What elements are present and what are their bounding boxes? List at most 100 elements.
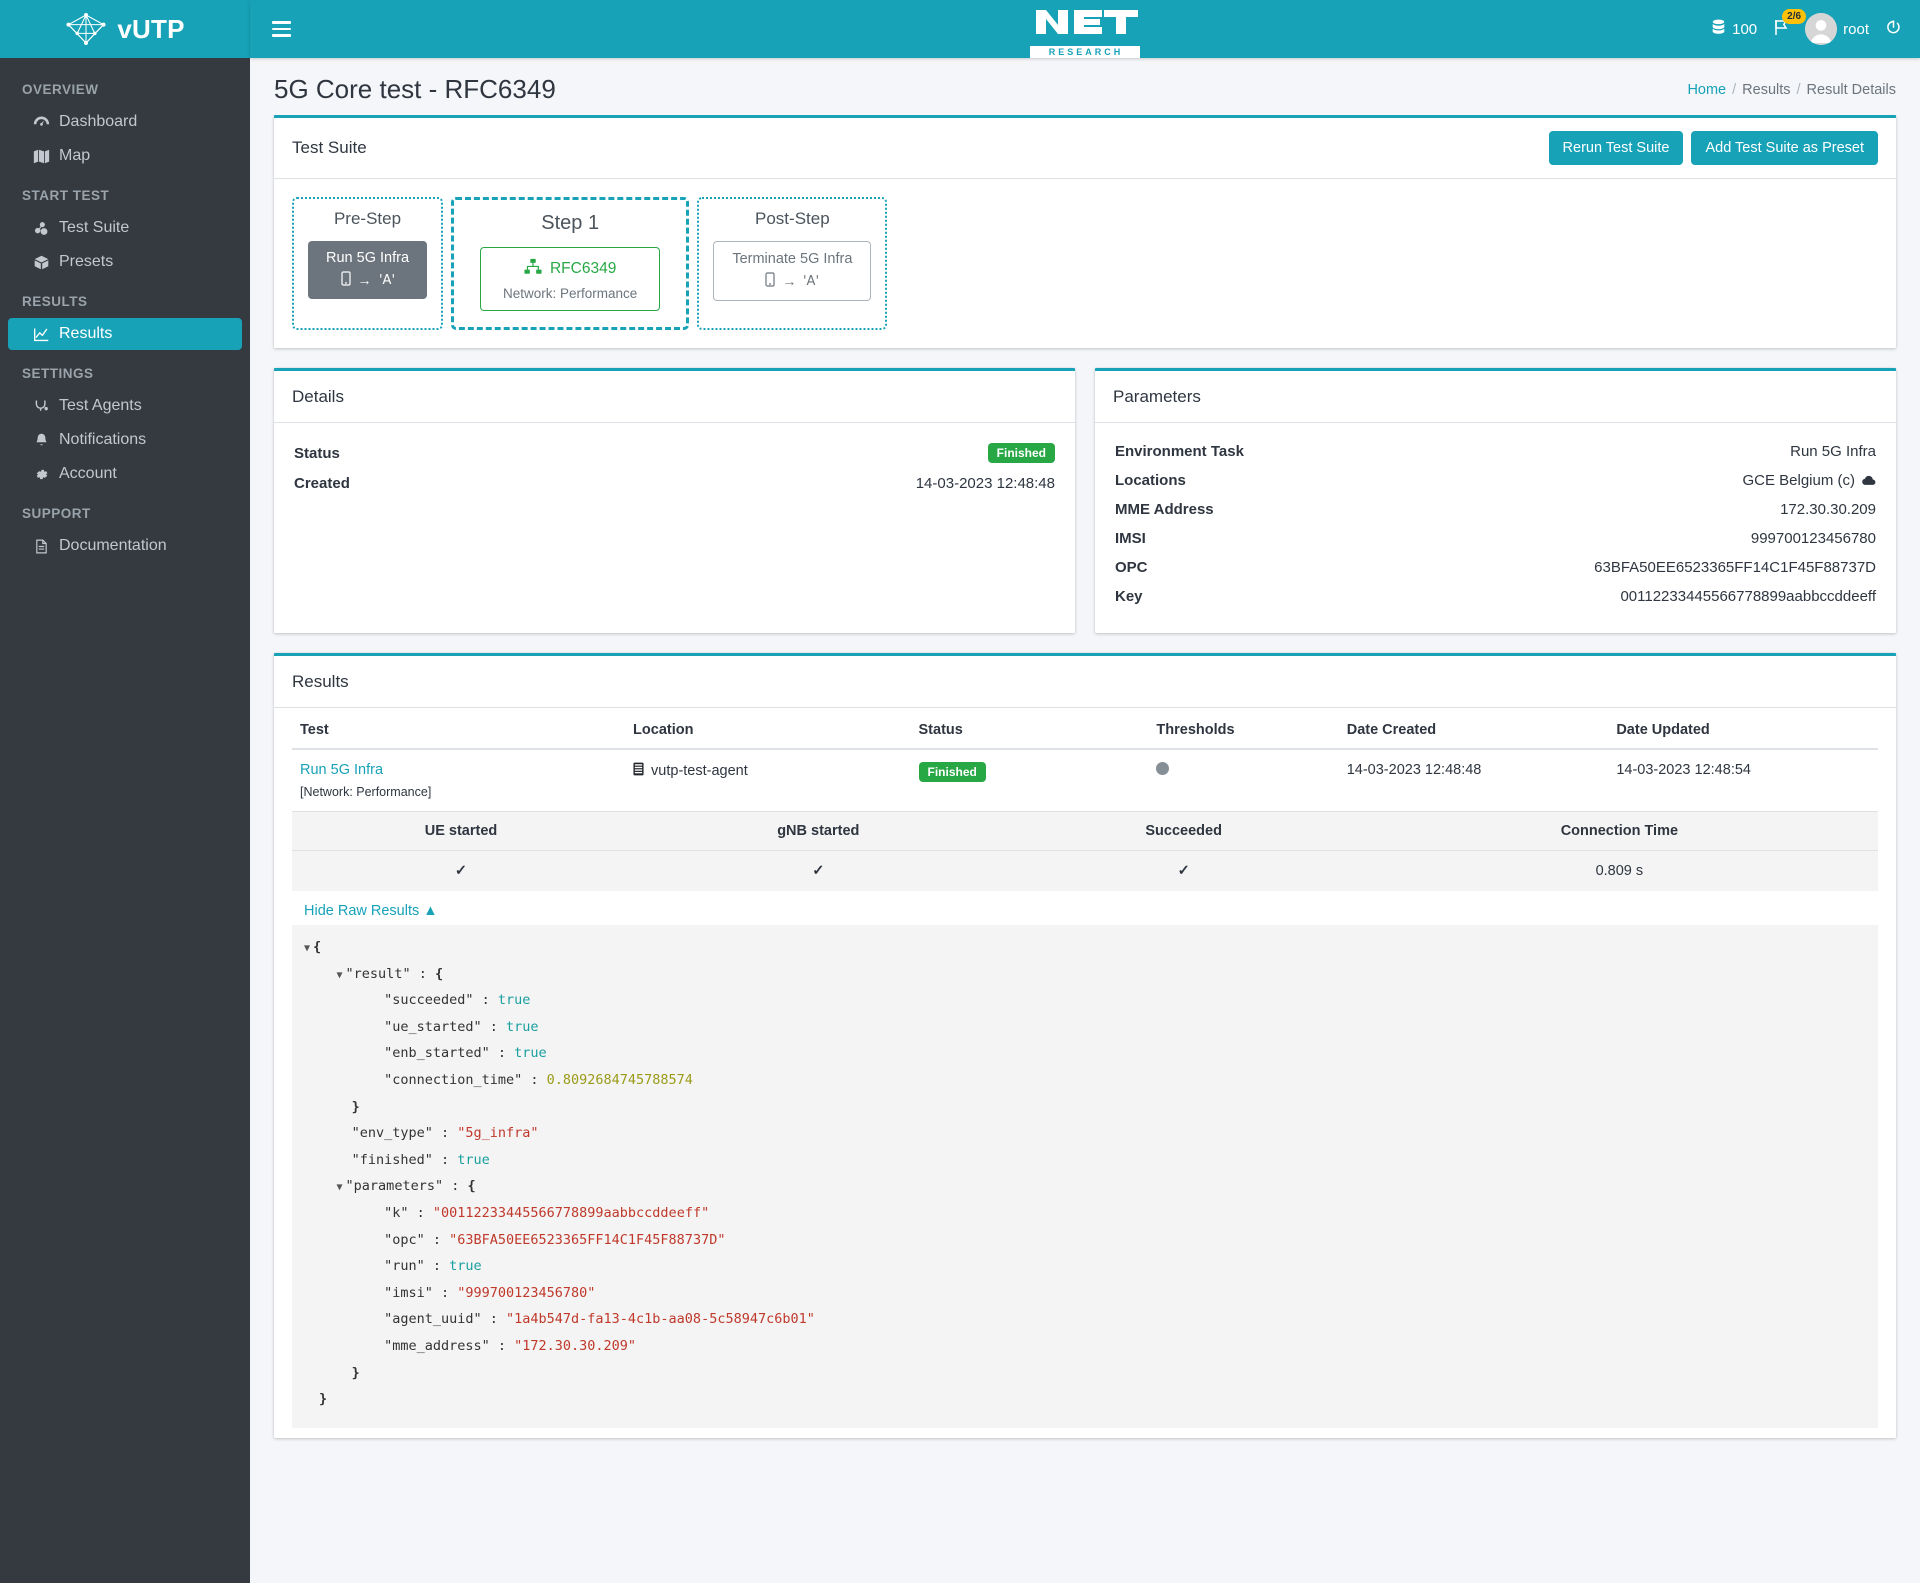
test-suite-card: Test Suite Rerun Test Suite Add Test Sui… bbox=[274, 115, 1896, 348]
metrics-row: ✓ ✓ ✓ 0.809 s bbox=[292, 851, 1878, 892]
breadcrumb-results[interactable]: Results bbox=[1742, 82, 1790, 98]
flag-badge: 2/6 bbox=[1782, 9, 1807, 24]
database-icon bbox=[1711, 19, 1726, 40]
task-run-5g-infra[interactable]: Run 5G Infra → ('A') bbox=[308, 241, 428, 299]
json-line: "mme_address" : "172.30.30.209" bbox=[304, 1334, 1866, 1361]
json-token-bool: true bbox=[457, 1151, 490, 1168]
json-token-punc: { bbox=[467, 1178, 476, 1195]
value-succeeded: ✓ bbox=[1177, 863, 1190, 879]
table-row[interactable]: Run 5G Infra [Network: Performance] vutp… bbox=[292, 749, 1878, 812]
nav-section-overview: OVERVIEW bbox=[22, 82, 99, 97]
caret-spacer bbox=[369, 1230, 381, 1255]
details-card: Details Status Finished Created 14-03-20… bbox=[274, 368, 1075, 633]
flag-indicator[interactable]: 2/6 bbox=[1773, 9, 1807, 40]
cell-location: vutp-test-agent bbox=[625, 749, 911, 812]
col-date-updated: Date Updated bbox=[1608, 712, 1878, 750]
svg-text:('A'): ('A') bbox=[379, 273, 395, 286]
test-card-rfc6349[interactable]: RFC6349 Network: Performance bbox=[480, 247, 661, 311]
json-token-key: "finished" : bbox=[351, 1151, 458, 1168]
logout-button[interactable] bbox=[1885, 19, 1902, 40]
test-suite-header: Test Suite Rerun Test Suite Add Test Sui… bbox=[274, 118, 1896, 179]
cell-date-updated: 14-03-2023 12:48:54 bbox=[1608, 749, 1878, 812]
results-header: Results bbox=[274, 656, 1896, 708]
sidebar-item-documentation[interactable]: Documentation bbox=[8, 530, 242, 562]
hamburger-icon[interactable] bbox=[272, 21, 291, 37]
json-line: "imsi" : "999700123456780" bbox=[304, 1281, 1866, 1308]
param-row-key: Key 00112233445566778899aabbccddeeff bbox=[1113, 582, 1878, 611]
param-key: MME Address bbox=[1115, 501, 1214, 518]
json-token-punc: } bbox=[351, 1364, 360, 1381]
param-key: OPC bbox=[1115, 559, 1148, 576]
json-token-bool: true bbox=[514, 1045, 547, 1062]
caret-spacer bbox=[369, 1070, 381, 1095]
sidebar-item-test-suite[interactable]: Test Suite bbox=[8, 212, 242, 244]
results-body: Test Location Status Thresholds Date Cre… bbox=[274, 708, 1896, 1438]
breadcrumb-home[interactable]: Home bbox=[1687, 82, 1726, 98]
json-token-num: 0.8092684745788574 bbox=[546, 1071, 693, 1088]
sidebar-item-test-agents[interactable]: Test Agents bbox=[8, 390, 242, 422]
detail-key: Status bbox=[294, 444, 340, 462]
json-token-key: "imsi" : bbox=[384, 1284, 458, 1301]
sidebar-nav: OVERVIEW Dashboard Map START TEST Test S bbox=[0, 58, 250, 564]
details-title: Details bbox=[292, 386, 344, 406]
sidebar-item-label: Results bbox=[59, 325, 113, 342]
caret-spacer bbox=[369, 1043, 381, 1068]
results-title: Results bbox=[292, 671, 349, 691]
avatar bbox=[1805, 13, 1838, 45]
page-title: 5G Core test - RFC6349 bbox=[274, 74, 556, 104]
value-ue-started: ✓ bbox=[454, 863, 468, 879]
test-link[interactable]: Run 5G Infra bbox=[300, 762, 383, 778]
rerun-test-suite-button[interactable]: Rerun Test Suite bbox=[1548, 131, 1684, 165]
brand-logo-area[interactable]: vUTP bbox=[0, 0, 250, 58]
add-test-suite-preset-button[interactable]: Add Test Suite as Preset bbox=[1691, 131, 1878, 165]
credits-indicator[interactable]: 100 bbox=[1711, 19, 1757, 40]
sidebar-item-account[interactable]: Account bbox=[8, 458, 242, 490]
nav-section-start-test: START TEST bbox=[22, 188, 110, 203]
parameters-body: Environment Task Run 5G Infra Locations … bbox=[1095, 423, 1896, 633]
value-gnb-started: ✓ bbox=[812, 863, 825, 879]
sidebar-item-label: Presets bbox=[59, 253, 114, 270]
sidebar-item-map[interactable]: Map bbox=[8, 140, 242, 172]
hide-raw-results-toggle[interactable]: Hide Raw Results ▲ bbox=[292, 891, 448, 925]
sidebar-item-label: Dashboard bbox=[59, 113, 138, 130]
json-token-bool: true bbox=[506, 1018, 539, 1035]
step-post-step[interactable]: Post-Step Terminate 5G Infra → ('A') bbox=[697, 197, 888, 330]
json-token-bool: true bbox=[497, 992, 531, 1009]
caret-spacer bbox=[369, 1336, 381, 1361]
json-token-str: "172.30.30.209" bbox=[514, 1337, 637, 1354]
test-suite-icon bbox=[32, 220, 50, 237]
caret-down-icon[interactable]: ▼ bbox=[337, 1176, 343, 1201]
caret-spacer bbox=[337, 1123, 349, 1148]
user-menu[interactable]: root bbox=[1805, 13, 1869, 45]
caret-down-icon[interactable]: ▼ bbox=[337, 964, 343, 989]
metrics-head: UE started gNB started Succeeded Connect… bbox=[292, 812, 1878, 851]
sidebar-item-results[interactable]: Results bbox=[8, 318, 242, 350]
network-nodes-icon bbox=[65, 12, 107, 46]
json-line: "run" : true bbox=[304, 1254, 1866, 1281]
caret-down-icon[interactable]: ▼ bbox=[304, 937, 310, 962]
result-metrics-table: UE started gNB started Succeeded Connect… bbox=[292, 812, 1878, 891]
parameters-card: Parameters Environment Task Run 5G Infra… bbox=[1095, 368, 1896, 633]
json-token-key: "ue_started" : bbox=[384, 1018, 506, 1035]
param-value: 999700123456780 bbox=[1750, 530, 1876, 547]
sidebar-item-presets[interactable]: Presets bbox=[8, 246, 242, 278]
sidebar-item-dashboard[interactable]: Dashboard bbox=[8, 106, 242, 138]
chevron-up-icon: ▲ bbox=[423, 903, 438, 919]
results-header-row: Test Location Status Thresholds Date Cre… bbox=[292, 712, 1878, 750]
step-pre-step[interactable]: Pre-Step Run 5G Infra → ('A') bbox=[292, 197, 444, 330]
cell-thresholds bbox=[1148, 749, 1339, 812]
task-terminate-5g-infra[interactable]: Terminate 5G Infra → ('A') bbox=[713, 241, 872, 301]
cell-test: Run 5G Infra [Network: Performance] bbox=[292, 749, 626, 812]
step-step-1[interactable]: Step 1 RFC6349 Network: Performance bbox=[451, 197, 690, 330]
agents-icon bbox=[32, 398, 50, 415]
breadcrumb: Home / Results / Result Details bbox=[1687, 82, 1896, 98]
sidebar-item-notifications[interactable]: Notifications bbox=[8, 424, 242, 456]
task-icon-row: → ('A') bbox=[326, 271, 409, 289]
